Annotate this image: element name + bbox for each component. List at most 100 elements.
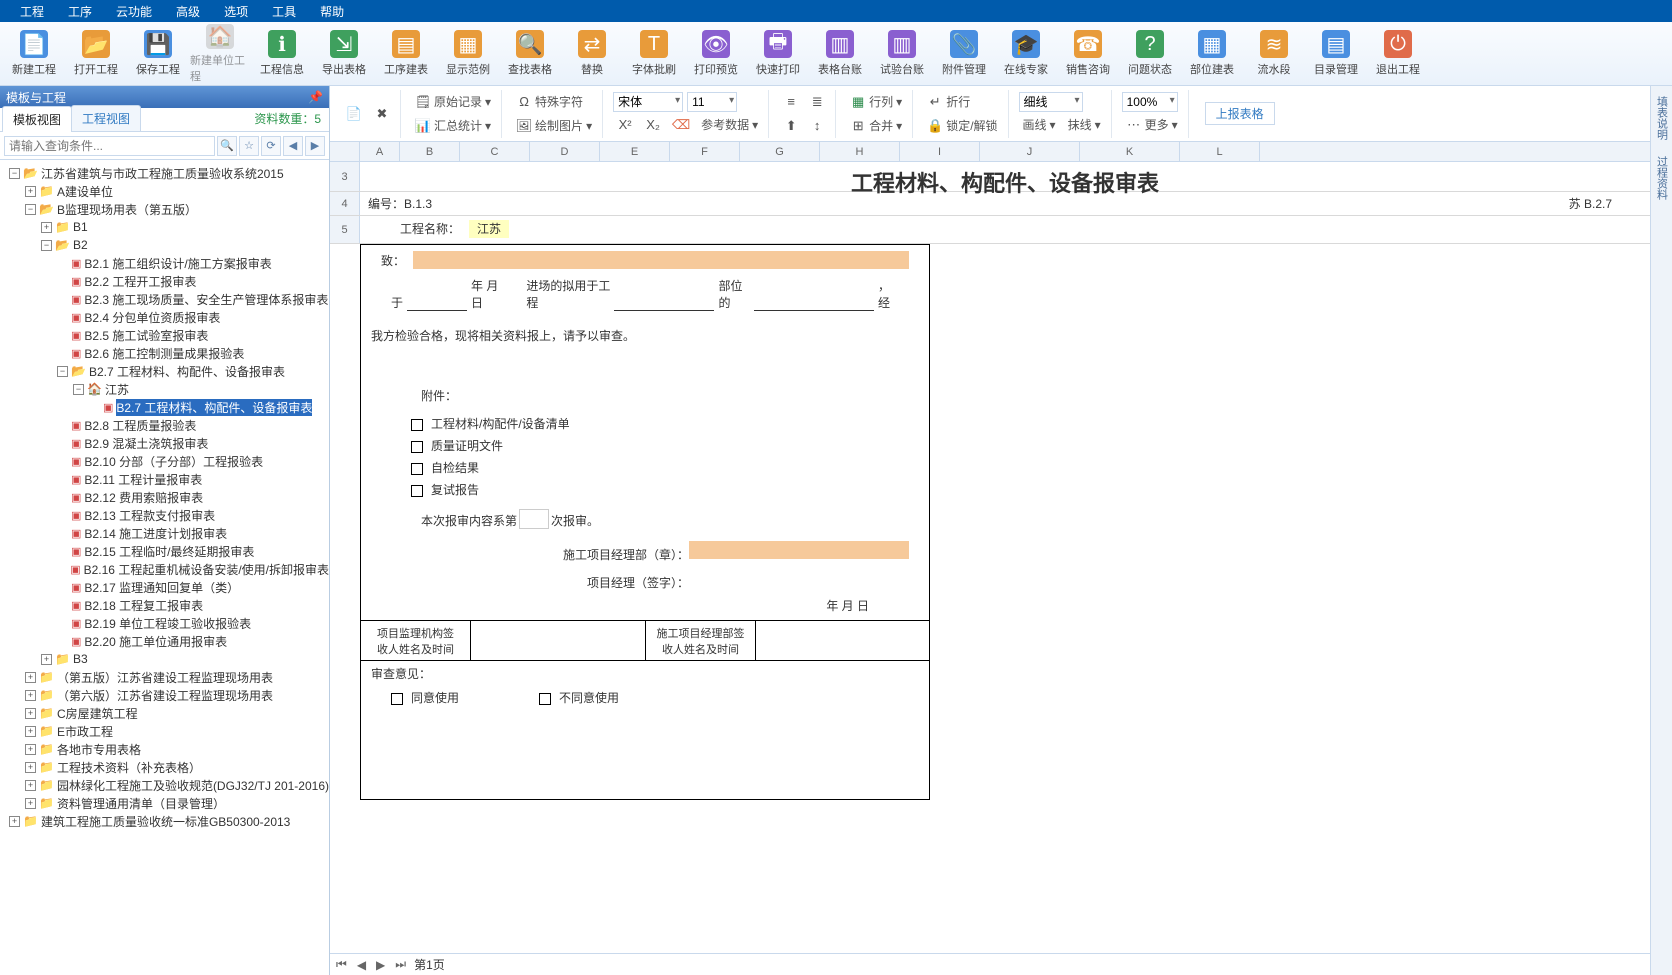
toolbar-部位建表[interactable]: ▦部位建表 xyxy=(1182,24,1242,84)
sig1-field[interactable] xyxy=(471,621,646,660)
rb-clear-icon[interactable]: ⌫ xyxy=(669,114,693,136)
tree-toggle-icon[interactable]: − xyxy=(73,384,84,395)
font-select[interactable]: 宋体 xyxy=(613,92,683,112)
zoom-select[interactable]: 100% xyxy=(1122,92,1178,112)
toolbar-销售咨询[interactable]: ☎销售咨询 xyxy=(1058,24,1118,84)
tree-toggle-icon[interactable]: + xyxy=(25,780,36,791)
mgr2-field[interactable] xyxy=(689,569,909,587)
tree-node[interactable]: +📁B1 xyxy=(0,218,329,236)
col-header[interactable]: L xyxy=(1180,142,1260,161)
part-field[interactable] xyxy=(754,293,874,311)
tree-toggle-icon[interactable]: + xyxy=(25,186,36,197)
menu-item[interactable]: 高级 xyxy=(164,3,212,20)
col-header[interactable]: D xyxy=(530,142,600,161)
tree-toggle-icon[interactable]: − xyxy=(57,366,68,377)
pager-prev-icon[interactable]: ◀ xyxy=(355,958,368,972)
spreadsheet-grid[interactable]: ABCDEFGHIJKL 3工程材料、构配件、设备报审表4编号：B.1.3苏 B… xyxy=(330,142,1650,953)
search-input[interactable] xyxy=(4,136,215,156)
rb-more[interactable]: ⋯更多 ▾ xyxy=(1122,114,1182,136)
col-header[interactable]: J xyxy=(980,142,1080,161)
tree-toggle-icon[interactable]: + xyxy=(41,654,52,665)
toolbar-表格台账[interactable]: ▥表格台账 xyxy=(810,24,870,84)
toolbar-新建工程[interactable]: 📄新建工程 xyxy=(4,24,64,84)
tree-node[interactable]: +📁工程技术资料（补充表格） xyxy=(0,758,329,776)
rev-no-field[interactable] xyxy=(519,509,549,529)
rb-line[interactable]: 画线▾ xyxy=(1019,114,1060,136)
rb-sum-line[interactable]: 📊汇总统计 ▾ xyxy=(411,115,495,137)
col-header[interactable]: C xyxy=(460,142,530,161)
tree[interactable]: −📂江苏省建筑与市政工程施工质量验收系统2015+📁A建设单位−📂B监理现场用表… xyxy=(0,160,329,975)
toolbar-流水段[interactable]: ≋流水段 xyxy=(1244,24,1304,84)
toolbar-问题状态[interactable]: ?问题状态 xyxy=(1120,24,1180,84)
menu-item[interactable]: 帮助 xyxy=(308,3,356,20)
toolbar-试验台账[interactable]: ▥试验台账 xyxy=(872,24,932,84)
tree-node[interactable]: +📁园林绿化工程施工及验收规范(DGJ32/TJ 201-2016) xyxy=(0,776,329,794)
rb-merge[interactable]: ⊞合并 ▾ xyxy=(846,115,906,137)
tree-node[interactable]: ▣B2.2 工程开工报审表 xyxy=(0,272,329,290)
col-header[interactable]: K xyxy=(1080,142,1180,161)
tree-toggle-icon[interactable]: − xyxy=(41,240,52,251)
tree-node[interactable]: ▣B2.11 工程计量报审表 xyxy=(0,470,329,488)
checkbox-disagree[interactable] xyxy=(539,693,551,705)
sig2-field[interactable] xyxy=(756,621,929,660)
toolbar-工程信息[interactable]: ℹ工程信息 xyxy=(252,24,312,84)
pager-first-icon[interactable]: ⏮ xyxy=(334,957,349,972)
tree-toggle-icon[interactable]: − xyxy=(9,168,20,179)
rb-row-col[interactable]: ▦行列 ▾ xyxy=(846,91,906,113)
toolbar-快速打印[interactable]: 🖶快速打印 xyxy=(748,24,808,84)
col-header[interactable]: B xyxy=(400,142,460,161)
proj-name-value[interactable]: 江苏 xyxy=(469,220,509,238)
tree-toggle-icon[interactable]: + xyxy=(41,222,52,233)
search-opt2-icon[interactable]: ⟳ xyxy=(261,136,281,156)
date-field[interactable] xyxy=(407,293,467,311)
toolbar-目录管理[interactable]: ▤目录管理 xyxy=(1306,24,1366,84)
mgr1-field[interactable] xyxy=(689,541,909,559)
rb-valign-t-icon[interactable]: ⬆ xyxy=(779,115,803,137)
tree-node[interactable]: +📁建筑工程施工质量验收统一标准GB50300-2013 xyxy=(0,812,329,830)
vtab-process[interactable]: 过程资料 xyxy=(1654,152,1670,204)
tree-node[interactable]: ▣B2.17 监理通知回复单（类） xyxy=(0,578,329,596)
rb-del-icon[interactable]: ✖ xyxy=(370,103,394,125)
rb-new-icon[interactable]: 📄 xyxy=(342,103,366,125)
menu-item[interactable]: 工程 xyxy=(8,3,56,20)
tree-toggle-icon[interactable]: + xyxy=(25,762,36,773)
tree-node[interactable]: +📁E市政工程 xyxy=(0,722,329,740)
menu-item[interactable]: 工具 xyxy=(260,3,308,20)
tree-node[interactable]: ▣B2.4 分包单位资质报审表 xyxy=(0,308,329,326)
checkbox[interactable] xyxy=(411,463,423,475)
tree-node[interactable]: ▣B2.14 施工进度计划报审表 xyxy=(0,524,329,542)
tree-node[interactable]: −📂B监理现场用表（第五版） xyxy=(0,200,329,218)
project-field[interactable] xyxy=(614,293,714,311)
tab-project[interactable]: 工程视图 xyxy=(71,105,141,131)
toolbar-字体批刷[interactable]: T字体批刷 xyxy=(624,24,684,84)
menu-item[interactable]: 工序 xyxy=(56,3,104,20)
rb-wipe[interactable]: 抹线▾ xyxy=(1064,114,1105,136)
menu-item[interactable]: 选项 xyxy=(212,3,260,20)
rb-ref-data[interactable]: 参考数据 ▾ xyxy=(697,114,762,136)
tree-node[interactable]: −📂B2 xyxy=(0,236,329,254)
rb-valign-m-icon[interactable]: ↕ xyxy=(805,115,829,137)
col-header[interactable]: A xyxy=(360,142,400,161)
tree-node[interactable]: ▣B2.5 施工试验室报审表 xyxy=(0,326,329,344)
search-go-icon[interactable]: 🔍 xyxy=(217,136,237,156)
tree-node[interactable]: −📂江苏省建筑与市政工程施工质量验收系统2015 xyxy=(0,164,329,182)
rb-orig-record[interactable]: 🗒原始记录 ▾ xyxy=(411,91,495,113)
toolbar-保存工程[interactable]: 💾保存工程 xyxy=(128,24,188,84)
tree-node[interactable]: ▣B2.1 施工组织设计/施工方案报审表 xyxy=(0,254,329,272)
toolbar-打印预览[interactable]: 👁打印预览 xyxy=(686,24,746,84)
tree-node[interactable]: +📁（第六版）江苏省建设工程监理现场用表 xyxy=(0,686,329,704)
to-field[interactable] xyxy=(413,251,909,269)
col-header[interactable]: E xyxy=(600,142,670,161)
toolbar-替换[interactable]: ⇄替换 xyxy=(562,24,622,84)
tree-node[interactable]: +📁B3 xyxy=(0,650,329,668)
toolbar-附件管理[interactable]: 📎附件管理 xyxy=(934,24,994,84)
tree-node[interactable]: ▣B2.3 施工现场质量、安全生产管理体系报审表 xyxy=(0,290,329,308)
rb-align-c-icon[interactable]: ≣ xyxy=(805,91,829,113)
tree-node[interactable]: +📁A建设单位 xyxy=(0,182,329,200)
tree-node[interactable]: ▣B2.16 工程起重机械设备安装/使用/拆卸报审表 xyxy=(0,560,329,578)
tree-node[interactable]: +📁各地市专用表格 xyxy=(0,740,329,758)
checkbox[interactable] xyxy=(411,485,423,497)
tree-toggle-icon[interactable]: + xyxy=(25,798,36,809)
tree-node[interactable]: −📂B2.7 工程材料、构配件、设备报审表 xyxy=(0,362,329,380)
pin-icon[interactable]: 📌 xyxy=(308,90,323,104)
